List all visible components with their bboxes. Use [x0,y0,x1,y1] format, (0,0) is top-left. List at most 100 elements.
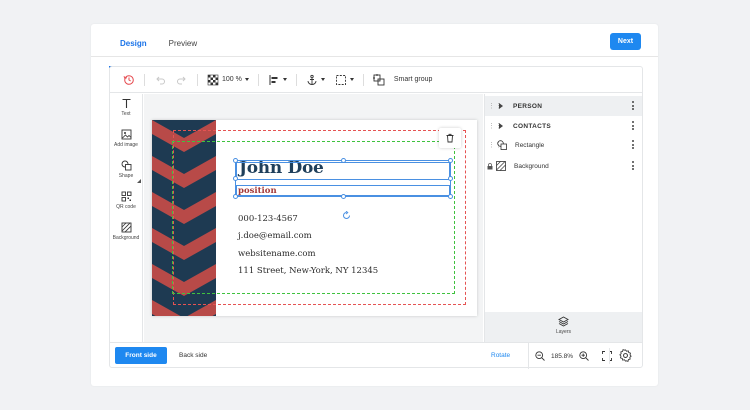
resize-handle[interactable] [341,194,346,199]
image-icon [121,129,131,140]
redo-button[interactable] [171,67,193,93]
resize-handle[interactable] [341,158,346,163]
design-canvas[interactable]: John Doe position 000-123-4567 j.doe@ema… [144,94,483,342]
tool-shape[interactable]: Shape [110,160,142,183]
trash-icon [446,133,454,143]
tabs-divider [91,56,658,57]
more-options-icon[interactable] [632,101,634,111]
toolbar: 100 % Smart group [110,67,642,93]
transparency-icon [207,74,219,85]
undo-button[interactable] [149,67,171,93]
smart-group-label: Smart group [393,76,433,83]
more-options-icon[interactable] [632,121,634,131]
selection-dropdown[interactable] [330,67,359,93]
history-button[interactable] [118,67,140,93]
front-side-button[interactable]: Front side [115,347,167,364]
text-icon [122,98,130,108]
layers-panel: ⋮⋮ PERSON ⋮⋮ CONTACTS ⋮⋮ Rectangle Backg… [484,94,642,342]
tool-background-label: Background [112,235,140,241]
tab-design[interactable]: Design [109,38,158,68]
anchor-icon [307,74,317,85]
layer-label: Rectangle [515,141,545,149]
tool-text-label: Text [121,111,131,117]
expand-arrow-icon[interactable] [499,103,503,109]
lock-icon[interactable] [487,162,493,170]
resize-handle[interactable] [233,176,238,181]
editor-panel: 100 % Smart group Text Add image Shape Q… [109,66,643,369]
resize-handle[interactable] [448,194,453,199]
mode-tabs: Design Preview [109,38,208,68]
toolbar-divider [295,73,297,86]
toolbar-divider [362,73,364,86]
expand-arrow-icon[interactable] [499,123,503,129]
opacity-value: 100 % [222,76,242,83]
toolbar-divider [197,73,198,86]
bottom-divider [609,348,610,364]
tool-text[interactable]: Text [110,98,142,117]
layer-rectangle[interactable]: ⋮⋮ Rectangle [485,135,642,155]
back-side-button[interactable]: Back side [179,352,207,359]
resize-handle[interactable] [233,194,238,199]
zoom-out-icon[interactable] [535,351,545,361]
rotate-button[interactable]: Rotate [491,352,510,359]
shape-icon [121,160,131,171]
tool-shape-label: Shape [118,173,134,179]
chevron-down-icon [349,78,354,81]
tool-add-image[interactable]: Add image [110,129,142,148]
fullscreen-icon[interactable] [602,351,612,361]
zoom-in-icon[interactable] [579,351,589,361]
card-address-text[interactable]: 111 Street, New-York, NY 12345 [238,266,378,276]
history-icon [123,74,134,85]
more-options-icon[interactable] [632,161,634,171]
tool-background[interactable]: Background [110,222,142,241]
business-card[interactable]: John Doe position 000-123-4567 j.doe@ema… [152,120,477,316]
tab-preview[interactable]: Preview [158,38,208,68]
tool-qr-code[interactable]: QR code [110,191,142,210]
smart-group-button[interactable]: Smart group [368,67,438,93]
anchor-dropdown[interactable] [301,67,330,93]
rotate-handle-icon[interactable] [342,211,351,220]
delete-button[interactable] [439,128,461,148]
bottom-bar: Front side Back side Rotate 185.8% [110,342,642,369]
tool-add-image-label: Add image [114,142,138,148]
app-window: Design Preview Next 100 % Smart group Te… [91,24,658,386]
layer-contacts[interactable]: ⋮⋮ CONTACTS [485,116,642,136]
background-icon [496,161,506,171]
shape-icon [497,140,507,150]
layer-background[interactable]: Background [485,156,642,176]
resize-handle[interactable] [448,158,453,163]
name-selection-box[interactable] [236,162,450,180]
layer-label: PERSON [513,102,543,110]
chevron-down-icon [244,78,249,81]
background-icon [121,222,131,233]
tool-panel: Text Add image Shape QR code Background [110,94,642,342]
opacity-dropdown[interactable]: 100 % [202,67,254,93]
layer-person[interactable]: ⋮⋮ PERSON [485,96,642,116]
zoom-level: 185.8% [551,352,574,360]
layer-label: CONTACTS [513,122,552,130]
resize-handle[interactable] [448,176,453,181]
chevron-down-icon [282,78,287,81]
card-email-text[interactable]: j.doe@email.com [238,231,312,241]
tool-qr-code-label: QR code [116,204,136,210]
gear-icon[interactable] [619,349,632,362]
next-button[interactable]: Next [610,33,641,50]
qr-code-icon [121,191,131,202]
layer-label: Background [514,162,549,170]
smart-group-icon [372,73,385,85]
card-website-text[interactable]: websitename.com [238,249,316,259]
drag-handle-icon[interactable]: ⋮⋮ [488,102,502,110]
card-phone-text[interactable]: 000-123-4567 [238,214,298,224]
align-dropdown[interactable] [263,67,292,93]
more-options-icon[interactable] [632,140,634,150]
toolbar-divider [257,73,259,86]
redo-icon [177,76,186,84]
toolbar-divider [144,73,145,86]
drag-handle-icon[interactable]: ⋮⋮ [488,122,502,130]
drag-handle-icon[interactable]: ⋮⋮ [488,141,502,149]
selection-icon [335,74,346,85]
resize-handle[interactable] [233,158,238,163]
align-left-icon [269,74,278,85]
chevron-down-icon [320,78,325,81]
undo-icon [156,76,165,84]
